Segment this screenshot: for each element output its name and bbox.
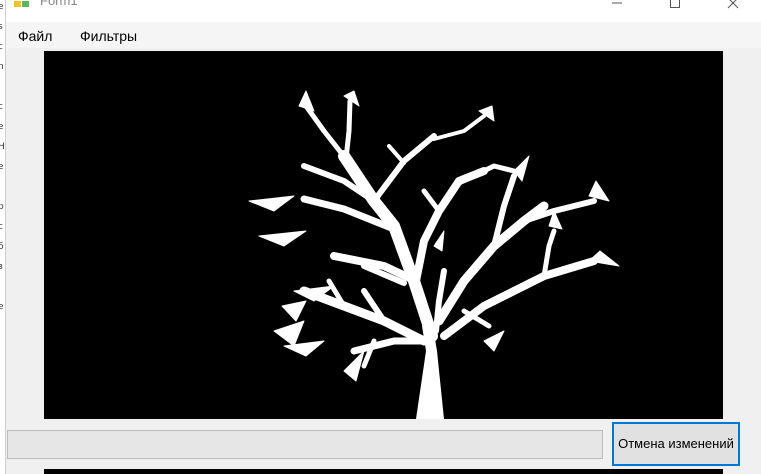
cancel-changes-button[interactable]: Отмена изменений (612, 422, 740, 466)
background-text-fragment: c (0, 222, 5, 232)
title-bar[interactable]: Form1 (6, 0, 761, 22)
background-text-fragment (0, 82, 5, 92)
background-text-fragment: e (0, 122, 5, 132)
background-text-fragment: з (0, 262, 5, 272)
app-icon (14, 0, 30, 8)
background-text-fragment: р (0, 202, 5, 212)
background-text-fragment: c (0, 102, 5, 112)
maximize-icon (670, 0, 680, 8)
close-button[interactable] (710, 0, 756, 18)
menu-item-filters[interactable]: Фильтры (80, 28, 137, 44)
minimize-icon (612, 2, 622, 4)
menu-bar: Файл Фильтры (6, 22, 761, 48)
background-text-fragment (0, 282, 5, 292)
background-text-fragment: . (0, 322, 5, 332)
image-picture-box (44, 51, 723, 419)
close-icon (727, 0, 739, 9)
background-window-strip: escnceHeIрcбзe. (0, 0, 6, 474)
second-picture-box (44, 469, 723, 474)
background-text-fragment: б (0, 242, 5, 252)
progress-bar (7, 430, 603, 459)
window-title: Form1 (40, 0, 78, 8)
minimize-button[interactable] (594, 0, 640, 18)
background-text-fragment: I (0, 182, 5, 192)
background-text-fragment: e (0, 162, 5, 172)
background-text-fragment: n (0, 62, 5, 72)
tree-image (248, 90, 620, 419)
maximize-button[interactable] (652, 0, 698, 18)
background-text-fragment: H (0, 142, 5, 152)
background-text-fragment: e (0, 302, 5, 312)
menu-item-file[interactable]: Файл (18, 28, 52, 44)
